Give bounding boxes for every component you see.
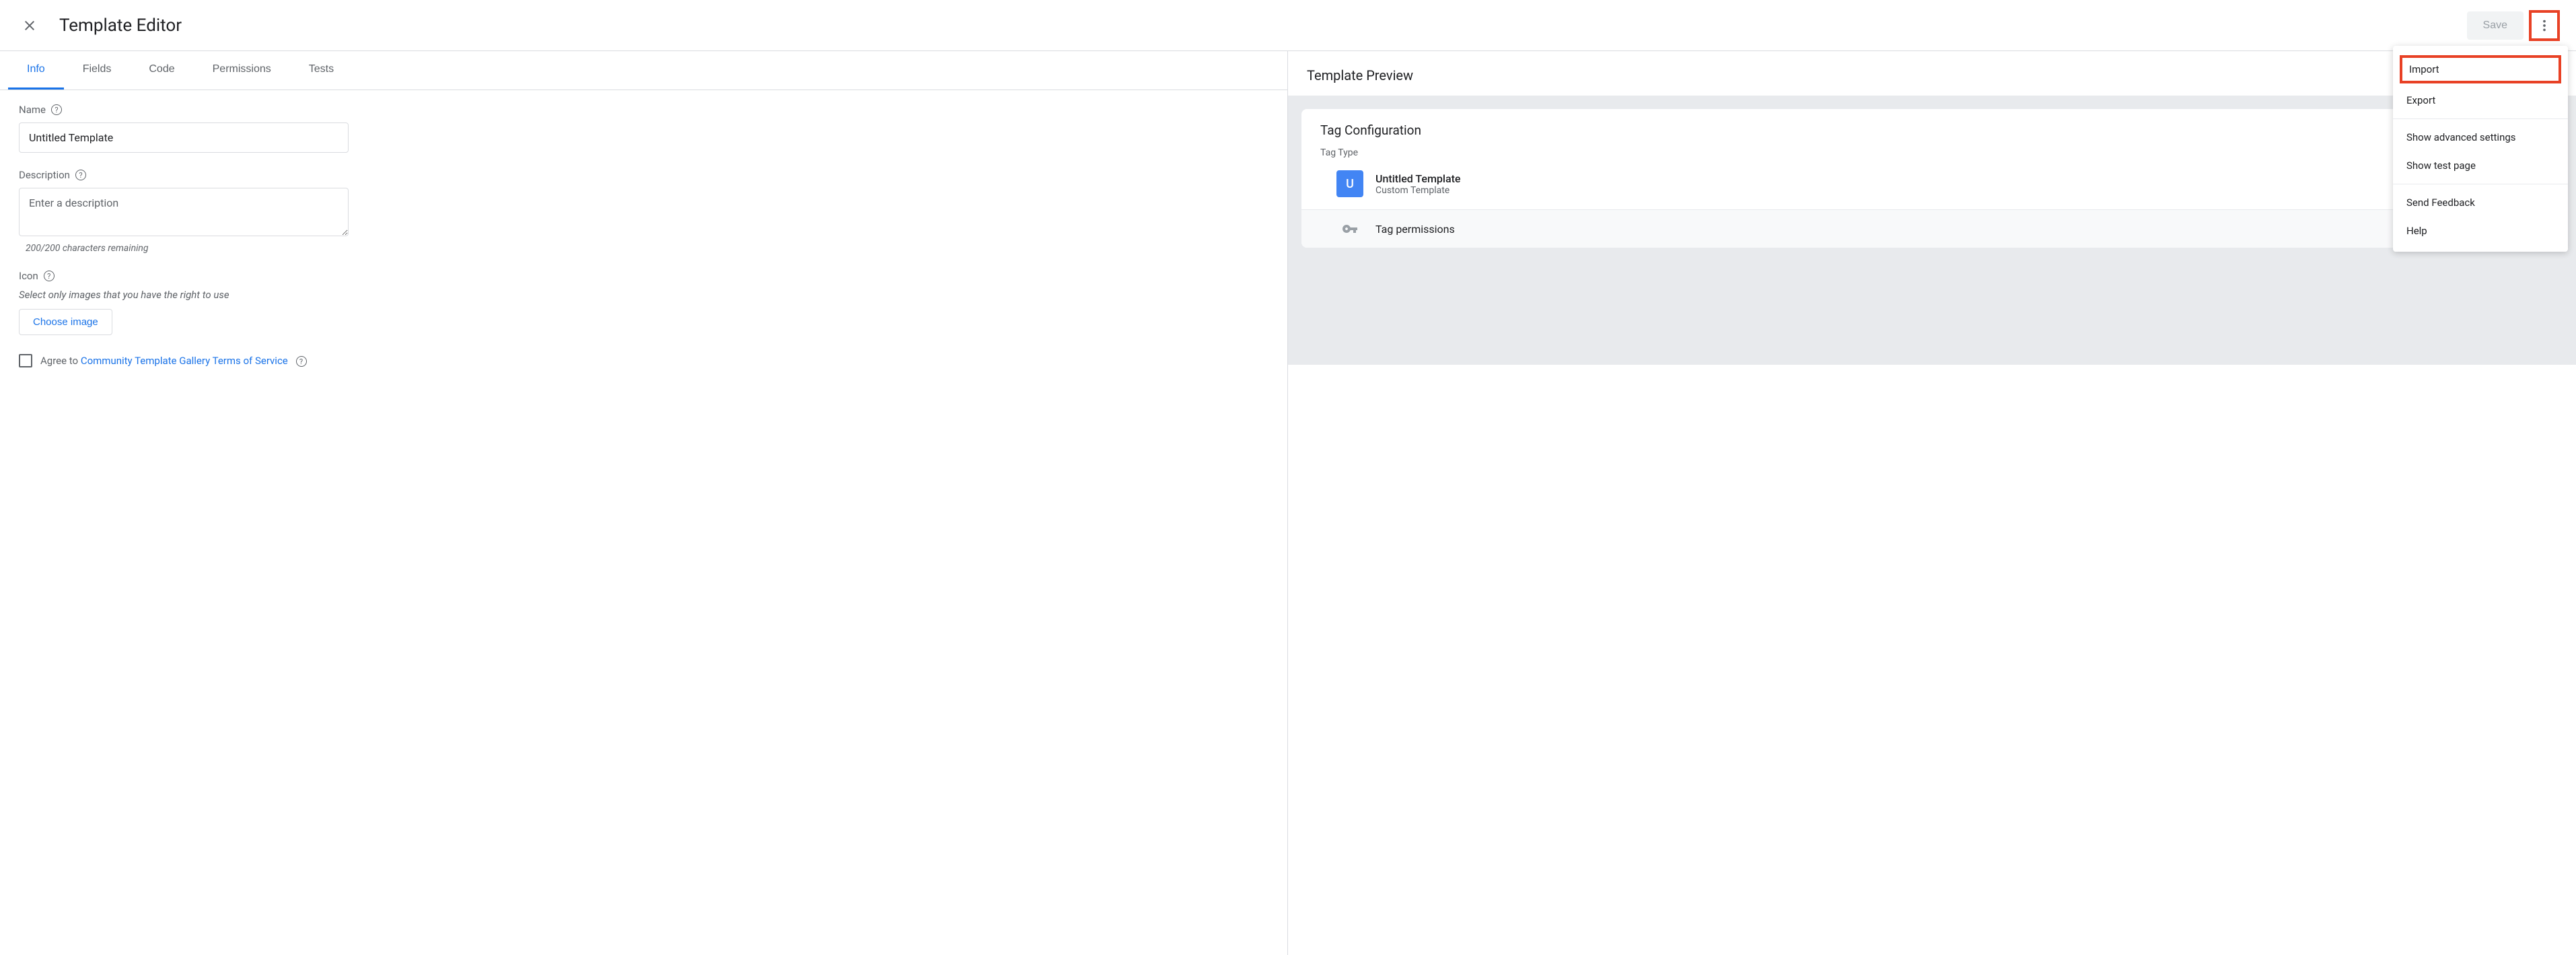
close-icon [22,17,38,34]
char-remaining: 200/200 characters remaining [26,243,1268,254]
description-label-row: Description ? [19,169,1268,181]
editor-tabs: Info Fields Code Permissions Tests [0,51,1287,90]
description-label: Description [19,169,70,181]
icon-label-row: Icon ? [19,270,1268,282]
icon-field-group: Icon ? Select only images that you have … [19,270,1268,335]
config-title: Tag Configuration [1301,109,2563,147]
name-input[interactable] [19,122,349,153]
menu-item-feedback[interactable]: Send Feedback [2393,188,2568,217]
menu-divider [2393,118,2568,119]
save-button[interactable]: Save [2467,11,2524,40]
left-panel: Info Fields Code Permissions Tests Name … [0,51,1288,955]
preview-body: Tag Configuration Tag Type U Untitled Te… [1288,96,2576,365]
menu-item-advanced[interactable]: Show advanced settings [2393,123,2568,151]
help-icon[interactable]: ? [75,170,86,180]
template-name: Untitled Template [1375,172,1461,185]
tab-info[interactable]: Info [8,51,64,90]
preview-title: Template Preview [1288,51,2576,96]
key-icon [1336,221,1363,237]
right-panel: Template Preview Tag Configuration Tag T… [1288,51,2576,955]
header-actions: Save [2467,10,2560,41]
agree-row: Agree to Community Template Gallery Term… [19,354,1268,367]
name-label: Name [19,104,46,116]
agree-prefix: Agree to [40,355,81,367]
main-layout: Info Fields Code Permissions Tests Name … [0,51,2576,955]
menu-item-export[interactable]: Export [2393,86,2568,114]
choose-image-button[interactable]: Choose image [19,309,112,335]
icon-hint: Select only images that you have the rig… [19,289,1268,301]
tab-tests[interactable]: Tests [290,51,353,90]
editor-header: Template Editor Save Import Export Show … [0,0,2576,51]
agree-text: Agree to Community Template Gallery Term… [40,355,307,367]
template-info: Untitled Template Custom Template [1375,172,1461,196]
template-row[interactable]: U Untitled Template Custom Template [1301,168,2563,209]
menu-item-import[interactable]: Import [2400,55,2561,83]
agree-checkbox[interactable] [19,354,32,367]
description-textarea[interactable] [19,188,349,236]
tab-code[interactable]: Code [130,51,193,90]
tag-type-label: Tag Type [1301,147,2563,168]
menu-item-help[interactable]: Help [2393,217,2568,245]
tag-permissions-row[interactable]: Tag permissions [1301,209,2563,248]
page-title: Template Editor [59,15,182,36]
template-subtitle: Custom Template [1375,185,1461,196]
icon-label: Icon [19,270,38,282]
template-letter-icon: U [1336,170,1363,197]
tab-permissions[interactable]: Permissions [194,51,290,90]
close-button[interactable] [16,12,43,39]
tag-config-card: Tag Configuration Tag Type U Untitled Te… [1301,109,2563,248]
name-label-row: Name ? [19,104,1268,116]
permissions-label: Tag permissions [1375,223,1455,236]
name-field-group: Name ? [19,104,1268,153]
more-menu-button[interactable] [2529,10,2560,41]
more-vert-icon [2537,17,2552,34]
tab-fields[interactable]: Fields [64,51,131,90]
menu-item-test-page[interactable]: Show test page [2393,151,2568,180]
info-tab-content: Name ? Description ? 200/200 characters … [0,90,1287,381]
help-icon[interactable]: ? [51,104,62,115]
description-field-group: Description ? 200/200 characters remaini… [19,169,1268,254]
help-icon[interactable]: ? [44,271,55,281]
help-icon[interactable]: ? [296,356,307,367]
more-menu-dropdown: Import Export Show advanced settings Sho… [2393,46,2568,252]
tos-link[interactable]: Community Template Gallery Terms of Serv… [81,355,288,367]
